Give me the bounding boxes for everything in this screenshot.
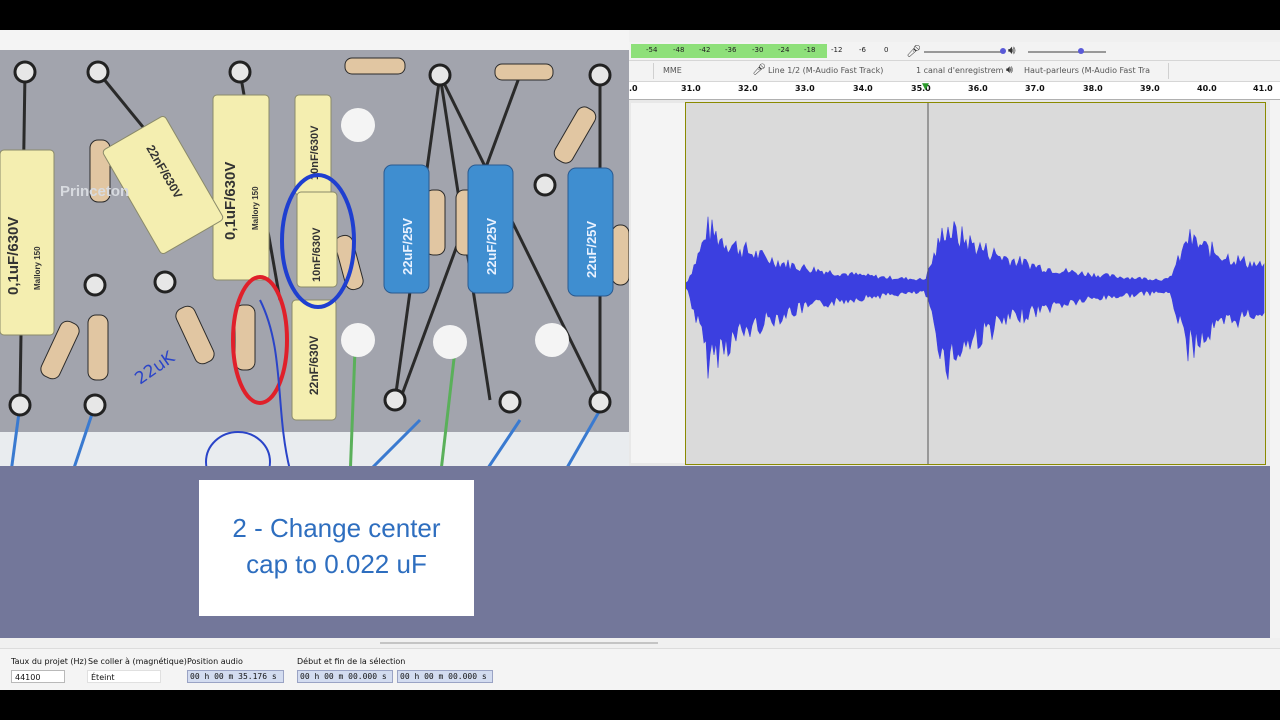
amp-board-photo: 0,1uF/630V Mallory 150 0,1uF/630V Mallor… (0, 50, 629, 480)
playback-volume-slider[interactable] (1028, 51, 1106, 53)
timeline-ruler[interactable] (629, 82, 1280, 100)
watermark-text: Princeton (60, 183, 129, 200)
audio-host-select[interactable]: MME (663, 66, 682, 75)
caption-line-1: 2 - Change center (232, 513, 441, 543)
audio-waveform[interactable] (686, 103, 1265, 464)
project-rate-select[interactable]: 44100 (11, 670, 65, 683)
elec-3-label: 22uF/25V (584, 221, 599, 278)
vertical-scrollbar[interactable] (1270, 100, 1280, 638)
snap-label: Se coller à (magnétique) (88, 657, 187, 666)
ruler-label: 33.0 (795, 84, 815, 93)
elec-1-label: 22uF/25V (400, 218, 415, 275)
input-device-select[interactable]: Line 1/2 (M-Audio Fast Track) (768, 66, 883, 75)
record-volume-thumb[interactable] (1000, 48, 1006, 54)
bottom-black-bar (0, 690, 1280, 720)
play-position-marker-icon: ▼ (922, 82, 929, 92)
meter-tick: -48 (673, 46, 685, 54)
meter-tick: -36 (725, 46, 737, 54)
playback-volume-thumb[interactable] (1078, 48, 1084, 54)
cap-center-brand: Mallory 150 (251, 186, 260, 230)
ruler-label: 37.0 (1025, 84, 1045, 93)
meter-tick: -18 (804, 46, 816, 54)
top-black-bar (0, 0, 1280, 30)
project-rate-label: Taux du projet (Hz) (11, 657, 87, 666)
ruler-label: 34.0 (853, 84, 873, 93)
selection-end-field[interactable]: 00 h 00 m 00.000 s (397, 670, 493, 683)
meter-tick: -12 (831, 46, 843, 54)
audio-position-label: Position audio (187, 657, 243, 666)
microphone-icon[interactable]: 🎤︎ (906, 44, 921, 58)
ruler-label: 39.0 (1140, 84, 1160, 93)
cap-bottom-label: 22nF/630V (307, 336, 321, 395)
cap-blue-circled-label: 10nF/630V (311, 227, 323, 282)
horizontal-scrollbar[interactable] (380, 642, 658, 644)
ruler-label: .0 (629, 84, 638, 93)
cap-center-label: 0,1uF/630V (222, 162, 239, 240)
meter-tick: -42 (699, 46, 711, 54)
microphone-icon: 🎤︎ (752, 63, 766, 76)
output-device-select[interactable]: Haut-parleurs (M-Audio Fast Tra (1024, 66, 1150, 75)
caption-text: 2 - Change center cap to 0.022 uF (199, 510, 474, 582)
snap-select[interactable]: Éteint (87, 670, 161, 683)
cap-left-label: 0,1uF/630V (5, 217, 22, 295)
ruler-label: 41.0 (1253, 84, 1273, 93)
slide-background (0, 466, 1270, 638)
elec-2-label: 22uF/25V (484, 218, 499, 275)
caption-line-2: cap to 0.022 uF (246, 549, 427, 579)
meter-tick: -6 (859, 46, 866, 54)
cap-left-brand: Mallory 150 (33, 246, 42, 290)
channels-select[interactable]: 1 canal d'enregistrem (916, 66, 1003, 75)
track-control-panel[interactable] (631, 103, 686, 463)
ruler-label: 36.0 (968, 84, 988, 93)
speaker-icon[interactable]: 🔊︎ (1008, 43, 1016, 58)
ruler-label: 32.0 (738, 84, 758, 93)
record-volume-slider[interactable] (924, 51, 1004, 53)
cap-top-small-label: 10nF/630V (309, 125, 321, 180)
ruler-label: 38.0 (1083, 84, 1103, 93)
selection-label: Début et fin de la sélection (297, 657, 406, 666)
photo-top-margin (0, 30, 629, 50)
meter-tick: 0 (884, 46, 889, 54)
ruler-label: 31.0 (681, 84, 701, 93)
selection-start-field[interactable]: 00 h 00 m 00.000 s (297, 670, 393, 683)
audio-position-field[interactable]: 00 h 00 m 35.176 s (187, 670, 284, 683)
speaker-icon: 🔊︎ (1006, 63, 1013, 76)
meter-tick: -30 (752, 46, 764, 54)
meter-tick: -54 (646, 46, 658, 54)
meter-tick: -24 (778, 46, 790, 54)
ruler-label: 40.0 (1197, 84, 1217, 93)
